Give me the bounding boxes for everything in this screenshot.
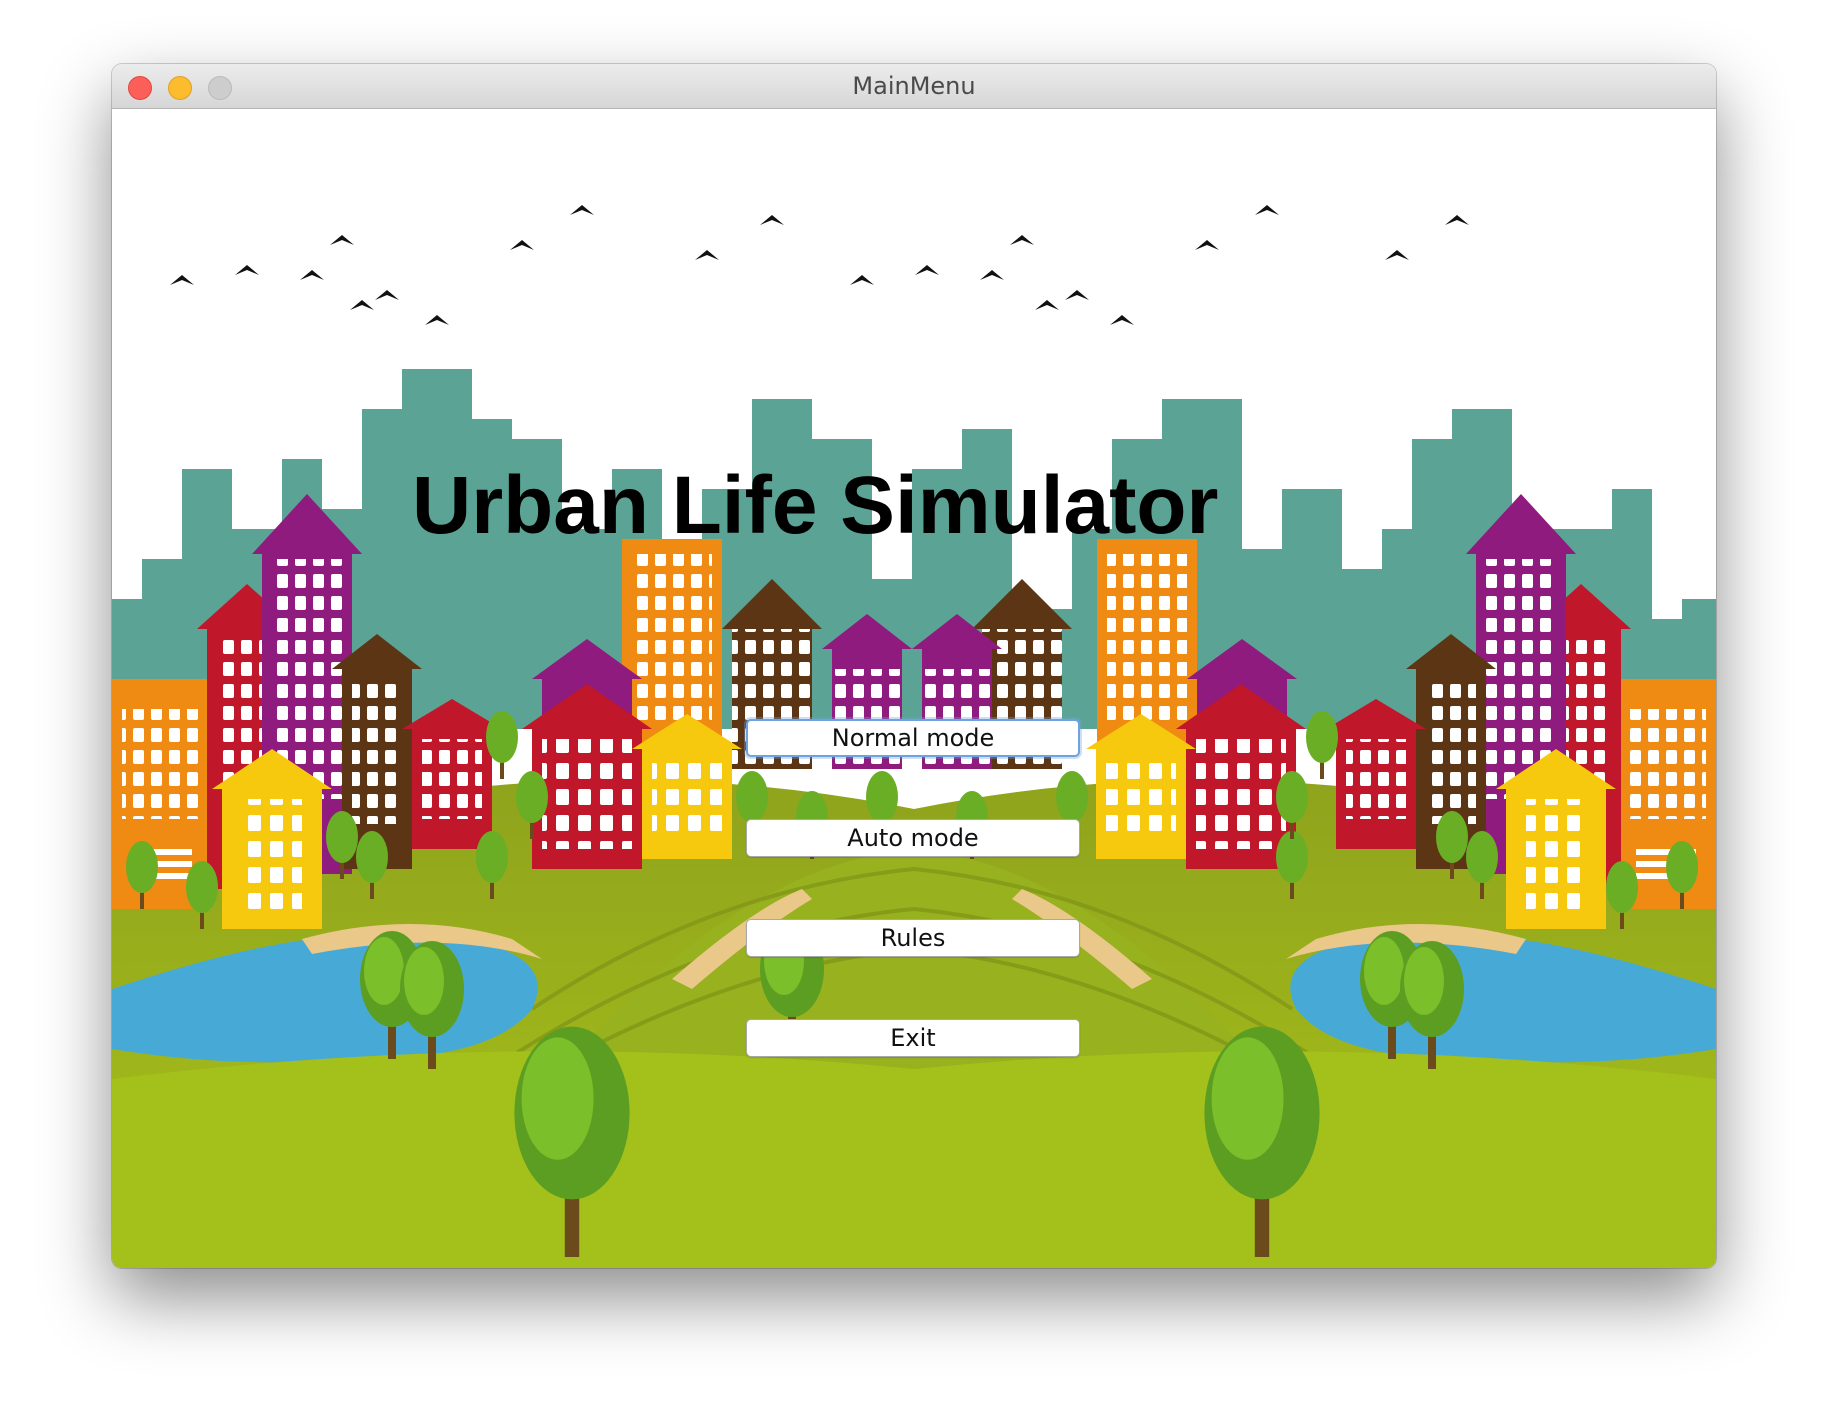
window-title: MainMenu [852, 72, 976, 100]
main-menu-window: MainMenu Urban Life Simulator Normal mod… [112, 64, 1716, 1268]
title-bar[interactable]: MainMenu [112, 64, 1716, 109]
menu-content: Urban Life Simulator Normal mode Auto mo… [112, 109, 1716, 1268]
auto-mode-button[interactable]: Auto mode [746, 819, 1080, 857]
app-title: Urban Life Simulator [412, 460, 1219, 551]
normal-mode-button[interactable]: Normal mode [746, 719, 1080, 757]
city-background-illustration [112, 109, 1716, 1268]
rules-button[interactable]: Rules [746, 919, 1080, 957]
exit-button[interactable]: Exit [746, 1019, 1080, 1057]
